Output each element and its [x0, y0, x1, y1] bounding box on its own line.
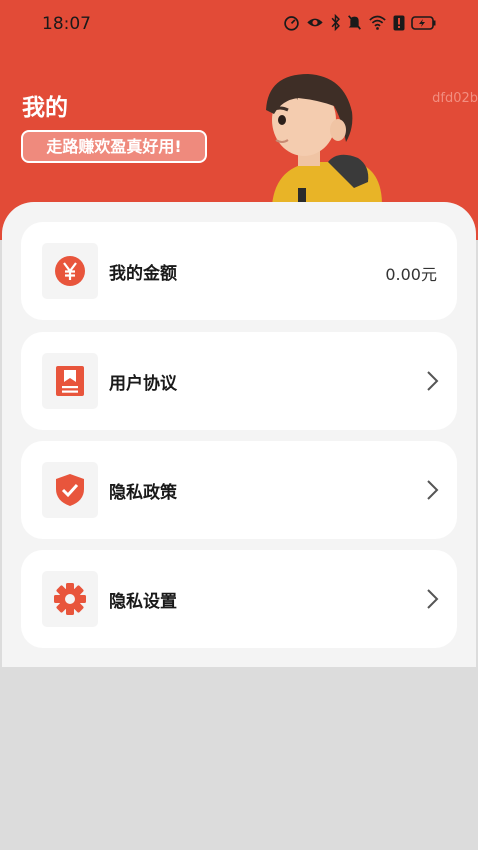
shield-check-icon	[56, 474, 84, 506]
mute-bell-icon	[348, 15, 361, 30]
icon-box	[42, 571, 98, 627]
icon-box	[42, 462, 98, 518]
alert-icon	[393, 15, 405, 30]
status-time: 18:07	[42, 14, 91, 34]
menu-item-balance[interactable]: 我的金额 0.00元	[21, 222, 457, 320]
agreement-book-icon	[56, 366, 84, 396]
menu-item-label: 我的金额	[109, 264, 177, 284]
menu-item-user-agreement[interactable]: 用户协议	[21, 332, 457, 430]
balance-value: 0.00元	[385, 265, 437, 284]
chevron-right-icon	[427, 589, 439, 609]
slogan-badge: 走路赚欢盈真好用!	[21, 130, 207, 163]
user-id: dfd02b	[432, 91, 478, 106]
menu-item-privacy-settings[interactable]: 隐私设置	[21, 550, 457, 648]
icon-box	[42, 243, 98, 299]
menu-item-label: 隐私政策	[109, 483, 177, 503]
bluetooth-icon	[331, 14, 340, 31]
chevron-right-icon	[427, 371, 439, 391]
menu-item-label: 用户协议	[109, 374, 177, 394]
gear-icon	[54, 583, 86, 615]
menu-item-privacy-policy[interactable]: 隐私政策	[21, 441, 457, 539]
page-title: 我的	[22, 95, 68, 121]
speed-meter-icon	[284, 16, 299, 31]
yuan-coin-icon	[55, 256, 85, 286]
eye-icon	[307, 18, 323, 27]
status-bar: 18:07	[0, 0, 478, 46]
status-icons	[283, 14, 436, 31]
icon-box	[42, 353, 98, 409]
chevron-right-icon	[427, 480, 439, 500]
wifi-icon	[369, 15, 386, 30]
menu-item-label: 隐私设置	[109, 592, 177, 612]
avatar-illustration	[266, 74, 382, 205]
battery-charging-icon	[411, 15, 436, 30]
menu-panel: 我的金额 0.00元 用户协议 隐私政策 隐私设置	[2, 202, 476, 667]
